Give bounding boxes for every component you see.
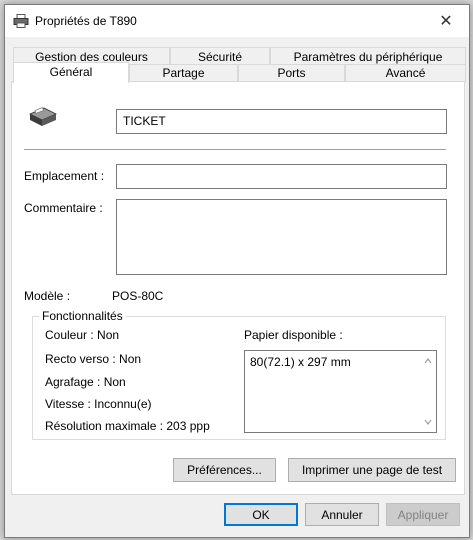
print-test-page-button[interactable]: Imprimer une page de test <box>288 458 456 482</box>
staple-feature: Agrafage : Non <box>45 375 126 389</box>
model-value: POS-80C <box>112 289 164 303</box>
tab-advanced[interactable]: Avancé <box>345 64 466 82</box>
resolution-feature: Résolution maximale : 203 ppp <box>45 419 210 433</box>
printer-icon <box>29 107 57 126</box>
tab-ports[interactable]: Ports <box>238 64 345 82</box>
cancel-button[interactable]: Annuler <box>305 503 379 526</box>
close-button[interactable]: ✕ <box>423 5 469 37</box>
location-label: Emplacement : <box>24 169 105 183</box>
comment-input[interactable] <box>116 199 447 275</box>
general-tab-panel: TICKET Emplacement : Commentaire : Modèl… <box>11 81 465 495</box>
color-feature: Couleur : Non <box>45 328 120 342</box>
features-title: Fonctionnalités <box>39 309 126 323</box>
tab-general[interactable]: Général <box>13 62 129 83</box>
ok-button[interactable]: OK <box>224 503 298 526</box>
apply-button: Appliquer <box>386 503 460 526</box>
title-bar[interactable]: Propriétés de T890 ✕ <box>5 5 469 37</box>
window-title: Propriétés de T890 <box>35 14 137 28</box>
printer-properties-dialog: Propriétés de T890 ✕ Gestion des couleur… <box>4 4 470 538</box>
separator <box>24 149 446 150</box>
chevron-up-icon[interactable] <box>423 356 433 366</box>
paper-listbox[interactable]: 80(72.1) x 297 mm <box>244 350 437 433</box>
comment-label: Commentaire : <box>24 201 103 215</box>
chevron-down-icon[interactable] <box>423 417 433 427</box>
paper-available-label: Papier disponible : <box>244 328 343 342</box>
preferences-button[interactable]: Préférences... <box>173 458 276 482</box>
paper-item[interactable]: 80(72.1) x 297 mm <box>250 355 351 369</box>
duplex-feature: Recto verso : Non <box>45 352 142 366</box>
printer-icon <box>13 14 29 28</box>
printer-name-input[interactable]: TICKET <box>116 109 447 134</box>
speed-feature: Vitesse : Inconnu(e) <box>45 397 152 411</box>
location-input[interactable] <box>116 164 447 189</box>
model-label: Modèle : <box>24 289 71 303</box>
tab-sharing[interactable]: Partage <box>129 64 238 82</box>
close-icon: ✕ <box>439 13 453 30</box>
